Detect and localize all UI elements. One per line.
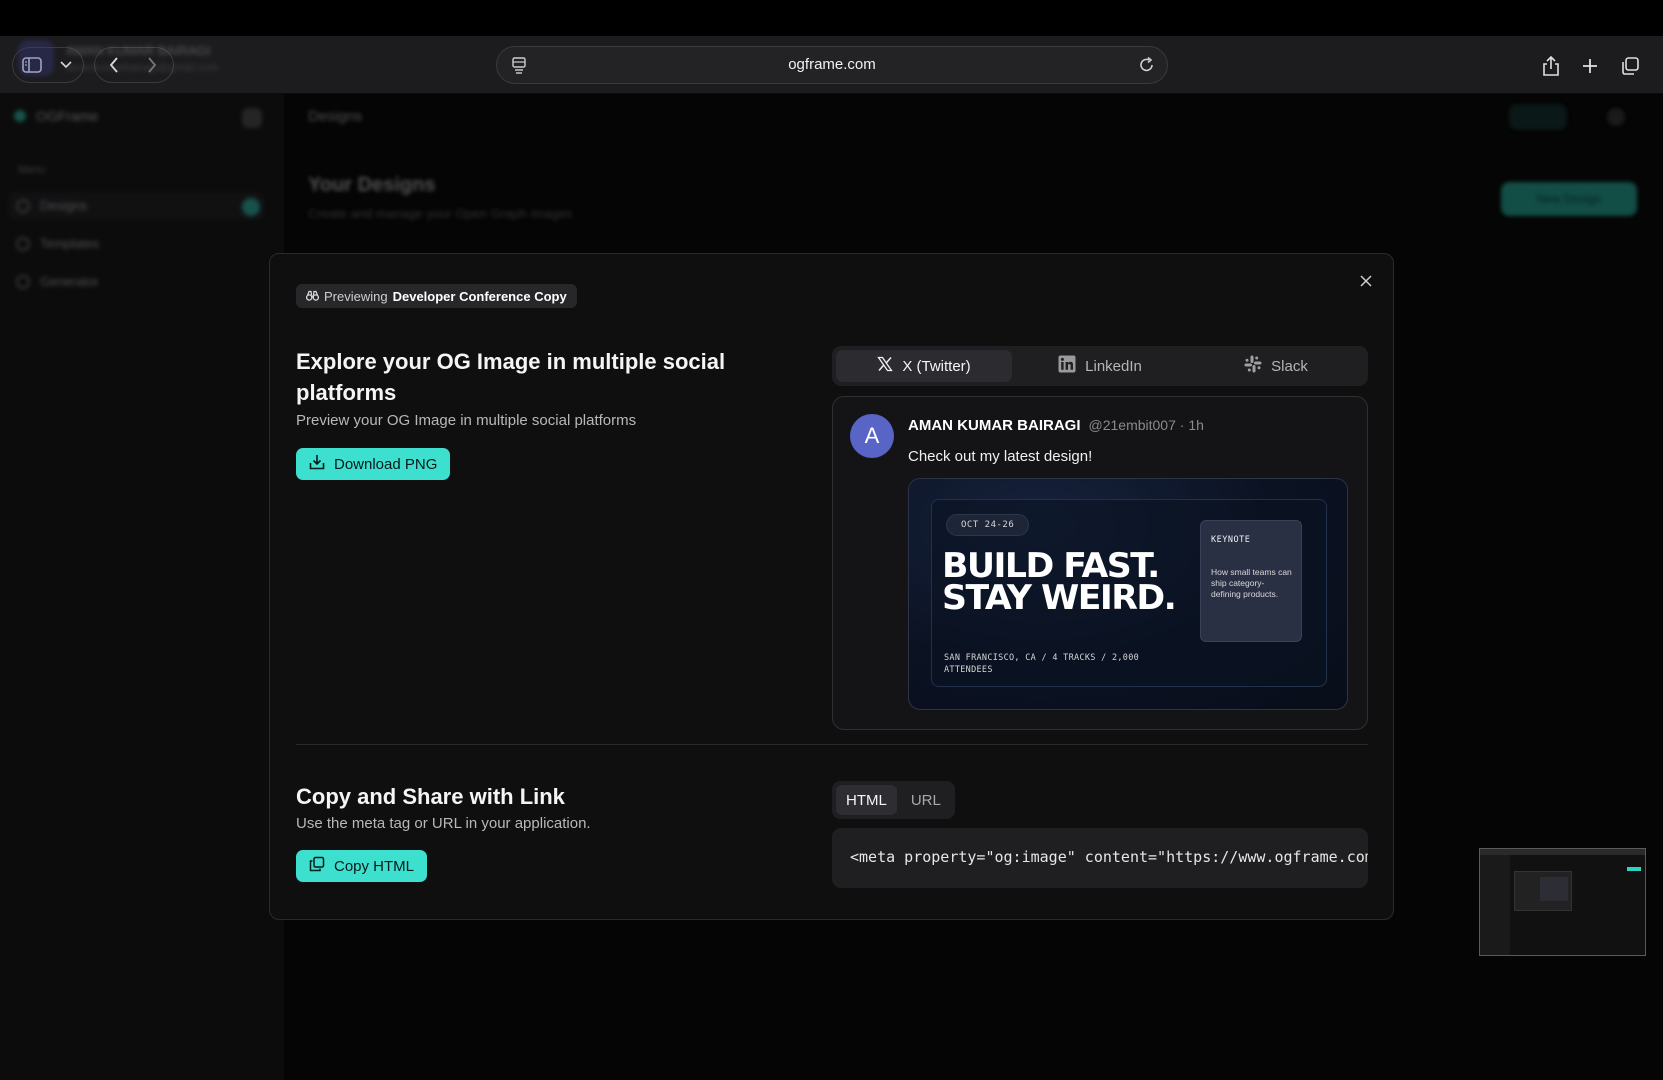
sidebar-item-generator[interactable]: Generator <box>16 274 99 289</box>
x-logo-icon <box>877 356 894 376</box>
collapse-sidebar-icon[interactable] <box>242 108 262 128</box>
new-design-button[interactable]: New Design <box>1501 182 1637 216</box>
avatar <box>18 40 54 76</box>
platform-tabs: X (Twitter) LinkedIn Slack <box>832 346 1368 386</box>
tab-label: LinkedIn <box>1085 357 1142 375</box>
tweet-preview-card: A AMAN KUMAR BAIRAGI @21embit007 · 1h Ch… <box>832 396 1368 730</box>
avatar: A <box>850 414 894 458</box>
sidebar-item-label: Templates <box>40 236 100 251</box>
sidebar-item-designs[interactable]: Designs <box>16 198 87 213</box>
section-divider <box>296 744 1368 745</box>
tab-url[interactable]: URL <box>901 785 951 815</box>
browser-toolbar: ogframe.com <box>0 36 1663 94</box>
og-image-preview: OCT 24-26 BUILD FAST. STAY WEIRD. SAN FR… <box>908 478 1348 710</box>
tabs-icon[interactable] <box>1617 53 1643 79</box>
download-png-button[interactable]: Download PNG <box>296 448 451 480</box>
previewing-prefix: Previewing <box>324 288 388 304</box>
plus-icon[interactable] <box>1577 53 1603 79</box>
menu-label: Menu <box>18 164 46 176</box>
share-icon[interactable] <box>1538 53 1564 79</box>
og-image-inner: OCT 24-26 BUILD FAST. STAY WEIRD. SAN FR… <box>931 499 1327 687</box>
og-headline-line-2: STAY WEIRD. <box>942 578 1177 618</box>
reload-icon[interactable] <box>1139 56 1155 79</box>
explore-subtitle: Preview your OG Image in multiple social… <box>296 412 637 429</box>
app-sidebar: OGFrame Menu Designs Templates Generator… <box>0 40 284 1080</box>
share-subtitle: Use the meta tag or URL in your applicat… <box>296 815 591 832</box>
page-subtitle: Create and manage your Open Graph images <box>308 206 573 221</box>
generator-icon <box>16 274 30 289</box>
user-profile[interactable]: AMAN KUMAR BAIRAGI amankumarbairagi@gmai… <box>18 40 218 76</box>
linkedin-icon <box>1058 355 1076 377</box>
meta-tag-code[interactable]: <meta property="og:image" content="https… <box>850 848 1368 866</box>
tab-html[interactable]: HTML <box>836 785 897 815</box>
user-name: AMAN KUMAR BAIRAGI <box>66 42 211 58</box>
explore-title: Explore your OG Image in multiple social… <box>296 349 726 405</box>
og-keynote-card: KEYNOTE How small teams can ship categor… <box>1200 520 1302 642</box>
tweet-text: Check out my latest design! <box>908 448 1093 465</box>
tweet-header: AMAN KUMAR BAIRAGI @21embit007 · 1h <box>908 417 1204 434</box>
copy-html-label: Copy HTML <box>334 857 415 875</box>
og-keynote-text: How small teams can ship category-defini… <box>1211 567 1292 599</box>
thumb-sidebar <box>1480 855 1510 955</box>
screenshot-thumbnail[interactable] <box>1479 848 1646 956</box>
binoculars-icon <box>305 289 320 304</box>
copy-icon <box>309 856 325 876</box>
brand[interactable]: OGFrame <box>14 108 98 124</box>
og-footer-text: SAN FRANCISCO, CA / 4 TRACKS / 2,000 ATT… <box>944 653 1140 675</box>
og-keynote-label: KEYNOTE <box>1211 535 1251 545</box>
brand-logo-icon <box>14 110 26 122</box>
og-date-badge: OCT 24-26 <box>946 514 1030 536</box>
tab-linkedin[interactable]: LinkedIn <box>1012 350 1188 382</box>
close-icon[interactable] <box>1355 270 1377 292</box>
designs-icon <box>16 198 30 213</box>
url-text[interactable]: ogframe.com <box>497 47 1167 83</box>
header-pill[interactable] <box>1509 104 1567 130</box>
download-icon <box>309 454 325 474</box>
preview-modal: Previewing Developer Conference Copy Exp… <box>269 253 1394 920</box>
thumb-button <box>1627 867 1641 871</box>
code-format-tabs: HTML URL <box>832 781 955 819</box>
download-png-label: Download PNG <box>334 455 438 473</box>
nav-badge <box>242 198 260 216</box>
slack-icon <box>1244 355 1262 377</box>
previewing-badge: Previewing Developer Conference Copy <box>296 284 577 308</box>
header-menu-icon[interactable] <box>1607 108 1625 126</box>
design-name: Developer Conference Copy <box>392 288 567 304</box>
code-snippet-box[interactable]: <meta property="og:image" content="https… <box>832 828 1368 888</box>
thumb-card <box>1540 877 1568 901</box>
templates-icon <box>16 236 30 251</box>
tab-x-twitter[interactable]: X (Twitter) <box>836 350 1012 382</box>
sidebar-item-templates[interactable]: Templates <box>16 236 99 251</box>
tweet-author-name: AMAN KUMAR BAIRAGI <box>908 417 1081 434</box>
sidebar-item-label: Generator <box>40 274 99 289</box>
sidebar-item-label: Designs <box>40 198 87 213</box>
breadcrumb: Designs <box>308 108 363 125</box>
copy-html-button[interactable]: Copy HTML <box>296 850 428 882</box>
window-top-strip <box>0 0 1663 36</box>
address-bar[interactable]: ogframe.com <box>496 46 1168 84</box>
tab-label: X (Twitter) <box>902 357 971 375</box>
share-title: Copy and Share with Link <box>296 784 565 809</box>
user-email: amankumarbairagi@gmail.com <box>66 61 219 74</box>
tweet-handle: @21embit007 · 1h <box>1088 417 1204 433</box>
tab-slack[interactable]: Slack <box>1188 350 1364 382</box>
page-title: Your Designs <box>308 174 436 196</box>
og-headline: BUILD FAST. STAY WEIRD. <box>942 549 1177 618</box>
brand-name: OGFrame <box>36 108 99 124</box>
tab-label: Slack <box>1271 357 1308 375</box>
